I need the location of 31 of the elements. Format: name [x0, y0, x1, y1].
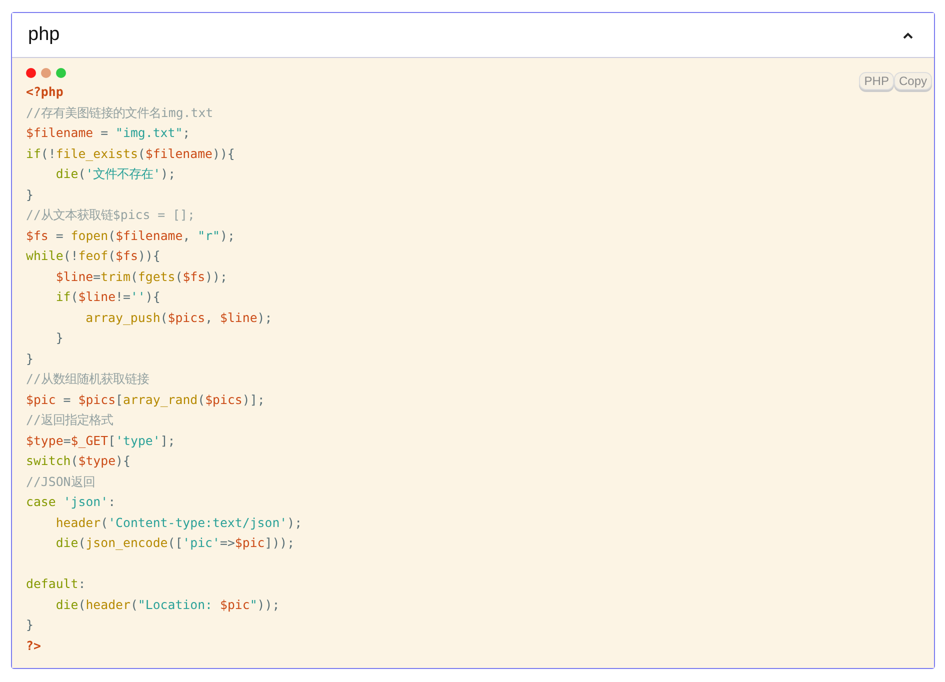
chevron-up-icon: [903, 32, 913, 38]
panel-title: php: [28, 24, 60, 46]
code-line: }: [26, 350, 34, 368]
code-line: default:: [26, 575, 87, 593]
code-line: die(json_encode(['pic'=>$pic]));: [54, 534, 296, 552]
code-line: //存有美图链接的文件名img.txt: [26, 104, 214, 122]
code-line: die(header("Location: $pic"));: [54, 596, 281, 614]
code-line: $filename = "img.txt";: [26, 124, 192, 142]
code-line: if(!file_exists($filename)){: [26, 144, 236, 163]
code-line: $line=trim(fgets($fs));: [54, 268, 228, 286]
window-dots-icon: [26, 68, 66, 78]
code-line: //从文本获取链$pics = [];: [26, 206, 196, 224]
code-line: //返回指定格式: [26, 411, 114, 429]
code-line: while(!feof($fs)){: [26, 247, 162, 265]
code-line: //从数组随机获取链接: [26, 370, 150, 388]
code-line: $fs = fopen($filename, "r");: [26, 226, 236, 245]
code-line: ?>: [26, 636, 42, 654]
code-line: if($line!=''){: [54, 288, 162, 306]
code-line: header('Content-type:text/json');: [54, 514, 304, 532]
code-line: die('文件不存在');: [54, 165, 177, 183]
code-line: //JSON返回: [26, 472, 96, 490]
code-line: }: [54, 329, 64, 347]
code-button[interactable]: PHP: [859, 72, 894, 90]
code-line: $pic = $pics[array_rand($pics)];: [26, 390, 266, 409]
code-button[interactable]: Copy: [894, 72, 932, 90]
code-line: }: [26, 616, 34, 634]
code-line: case 'json':: [26, 493, 117, 511]
code-line: array_push($pics, $line);: [84, 308, 274, 327]
code-line: }: [26, 186, 34, 204]
code-line: switch($type){: [26, 452, 132, 470]
code-line: $type=$_GET['type'];: [26, 432, 176, 450]
